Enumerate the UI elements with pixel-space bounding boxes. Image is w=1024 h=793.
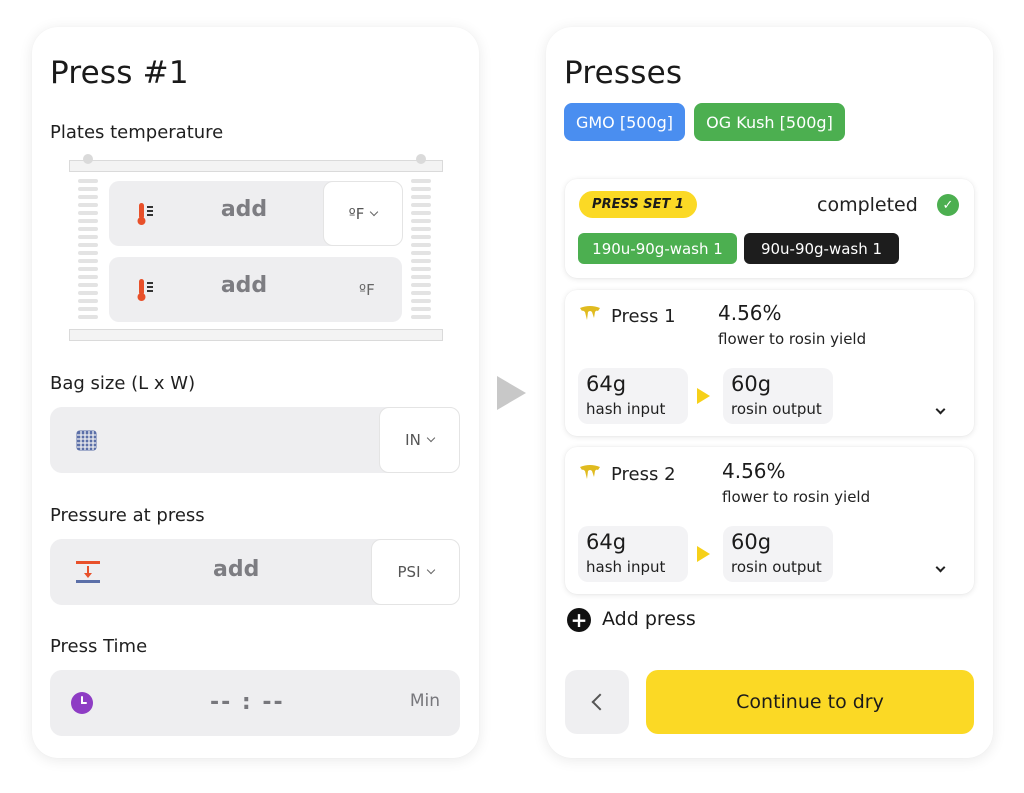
pressure-unit-label: PSI xyxy=(397,563,421,581)
left-heat-ribs xyxy=(78,179,98,319)
grid-icon xyxy=(76,430,97,451)
chevron-down-icon[interactable] xyxy=(935,404,946,415)
press-set-card: PRESS SET 1 completed ✓ 190u-90g-wash 1 … xyxy=(565,179,974,278)
rosin-output-stat: 60g rosin output xyxy=(723,526,833,582)
plates-temperature-label: Plates temperature xyxy=(50,122,224,143)
rosin-output-label: rosin output xyxy=(731,558,822,576)
hash-input-value: 64g xyxy=(586,372,627,396)
bottom-plate-temp-input[interactable]: add xyxy=(204,273,284,298)
rosin-output-stat: 60g rosin output xyxy=(723,368,833,424)
chevron-down-icon[interactable] xyxy=(935,562,946,573)
bag-size-label: Bag size (L x W) xyxy=(50,373,196,394)
yield-label: flower to rosin yield xyxy=(722,488,871,506)
press-name: Press 2 xyxy=(611,464,676,485)
press-set-badge: PRESS SET 1 xyxy=(579,191,697,218)
bag-size-unit-dropdown[interactable]: IN xyxy=(379,407,460,473)
rosin-drip-icon xyxy=(580,465,600,479)
press-time-field[interactable]: -- : -- Min xyxy=(50,670,460,736)
pressure-field[interactable]: add PSI xyxy=(50,539,460,605)
continue-to-dry-button[interactable]: Continue to dry xyxy=(646,670,974,734)
wash-chip[interactable]: 90u-90g-wash 1 xyxy=(744,233,899,264)
press-card[interactable]: Press 2 4.56% flower to rosin yield 64g … xyxy=(565,447,974,594)
plate-knob xyxy=(83,154,93,164)
play-arrow-icon xyxy=(697,388,710,404)
bottom-plate-bar xyxy=(69,329,443,341)
clock-icon xyxy=(71,692,93,714)
rosin-output-label: rosin output xyxy=(731,400,822,418)
presses-card: Presses GMO [500g] OG Kush [500g] PRESS … xyxy=(546,27,993,758)
strain-chip-gmo[interactable]: GMO [500g] xyxy=(564,103,685,141)
yield-value: 4.56% xyxy=(722,459,786,483)
plus-icon[interactable]: + xyxy=(567,608,591,632)
bag-size-unit-label: IN xyxy=(405,431,421,449)
press-set-status: completed xyxy=(817,194,918,216)
press-card[interactable]: Press 1 4.56% flower to rosin yield 64g … xyxy=(565,290,974,436)
pressure-input[interactable]: add xyxy=(213,557,259,582)
rosin-drip-icon xyxy=(580,306,600,320)
check-icon: ✓ xyxy=(937,194,959,216)
press-form-card: Press #1 Plates temperature add ºF add º… xyxy=(32,27,479,758)
play-arrow-icon xyxy=(697,546,710,562)
chevron-down-icon xyxy=(370,207,379,216)
temp-unit-dropdown[interactable]: ºF xyxy=(323,181,403,246)
press-time-unit: Min xyxy=(409,691,440,711)
bottom-plate-temp-field[interactable]: add ºF xyxy=(109,257,402,322)
chevron-down-icon xyxy=(426,433,436,443)
top-plate-bar xyxy=(69,160,443,172)
thermometer-icon xyxy=(137,279,153,301)
top-plate-temp-field[interactable]: add ºF xyxy=(109,181,403,246)
bag-size-field[interactable]: IN xyxy=(50,407,460,473)
rosin-output-value: 60g xyxy=(731,530,772,554)
hash-input-label: hash input xyxy=(586,400,666,418)
chevron-left-icon xyxy=(591,693,608,711)
thermometer-icon xyxy=(137,203,153,225)
strain-chip-og-kush[interactable]: OG Kush [500g] xyxy=(694,103,845,141)
temp-unit-label: ºF xyxy=(348,204,365,223)
hash-input-value: 64g xyxy=(586,530,627,554)
press-name: Press 1 xyxy=(611,306,676,327)
right-heat-ribs xyxy=(411,179,431,319)
yield-label: flower to rosin yield xyxy=(718,330,867,348)
wash-chip[interactable]: 190u-90g-wash 1 xyxy=(578,233,737,264)
hash-input-stat: 64g hash input xyxy=(578,526,688,582)
add-press-button[interactable]: Add press xyxy=(602,608,696,630)
chevron-down-icon xyxy=(426,565,435,575)
pressure-icon xyxy=(76,561,100,583)
top-plate-temp-input[interactable]: add xyxy=(204,197,284,222)
plate-knob xyxy=(416,154,426,164)
pressure-unit-dropdown[interactable]: PSI xyxy=(371,539,460,605)
presses-title: Presses xyxy=(564,55,683,91)
hash-input-label: hash input xyxy=(586,558,666,576)
temp-unit-label: ºF xyxy=(359,281,375,299)
flow-arrow-icon xyxy=(497,376,526,410)
yield-value: 4.56% xyxy=(718,301,782,325)
pressure-label: Pressure at press xyxy=(50,505,205,526)
page-title: Press #1 xyxy=(50,55,189,91)
press-time-input[interactable]: -- : -- xyxy=(210,690,285,715)
rosin-output-value: 60g xyxy=(731,372,772,396)
hash-input-stat: 64g hash input xyxy=(578,368,688,424)
back-button[interactable] xyxy=(565,670,629,734)
press-time-label: Press Time xyxy=(50,636,148,657)
